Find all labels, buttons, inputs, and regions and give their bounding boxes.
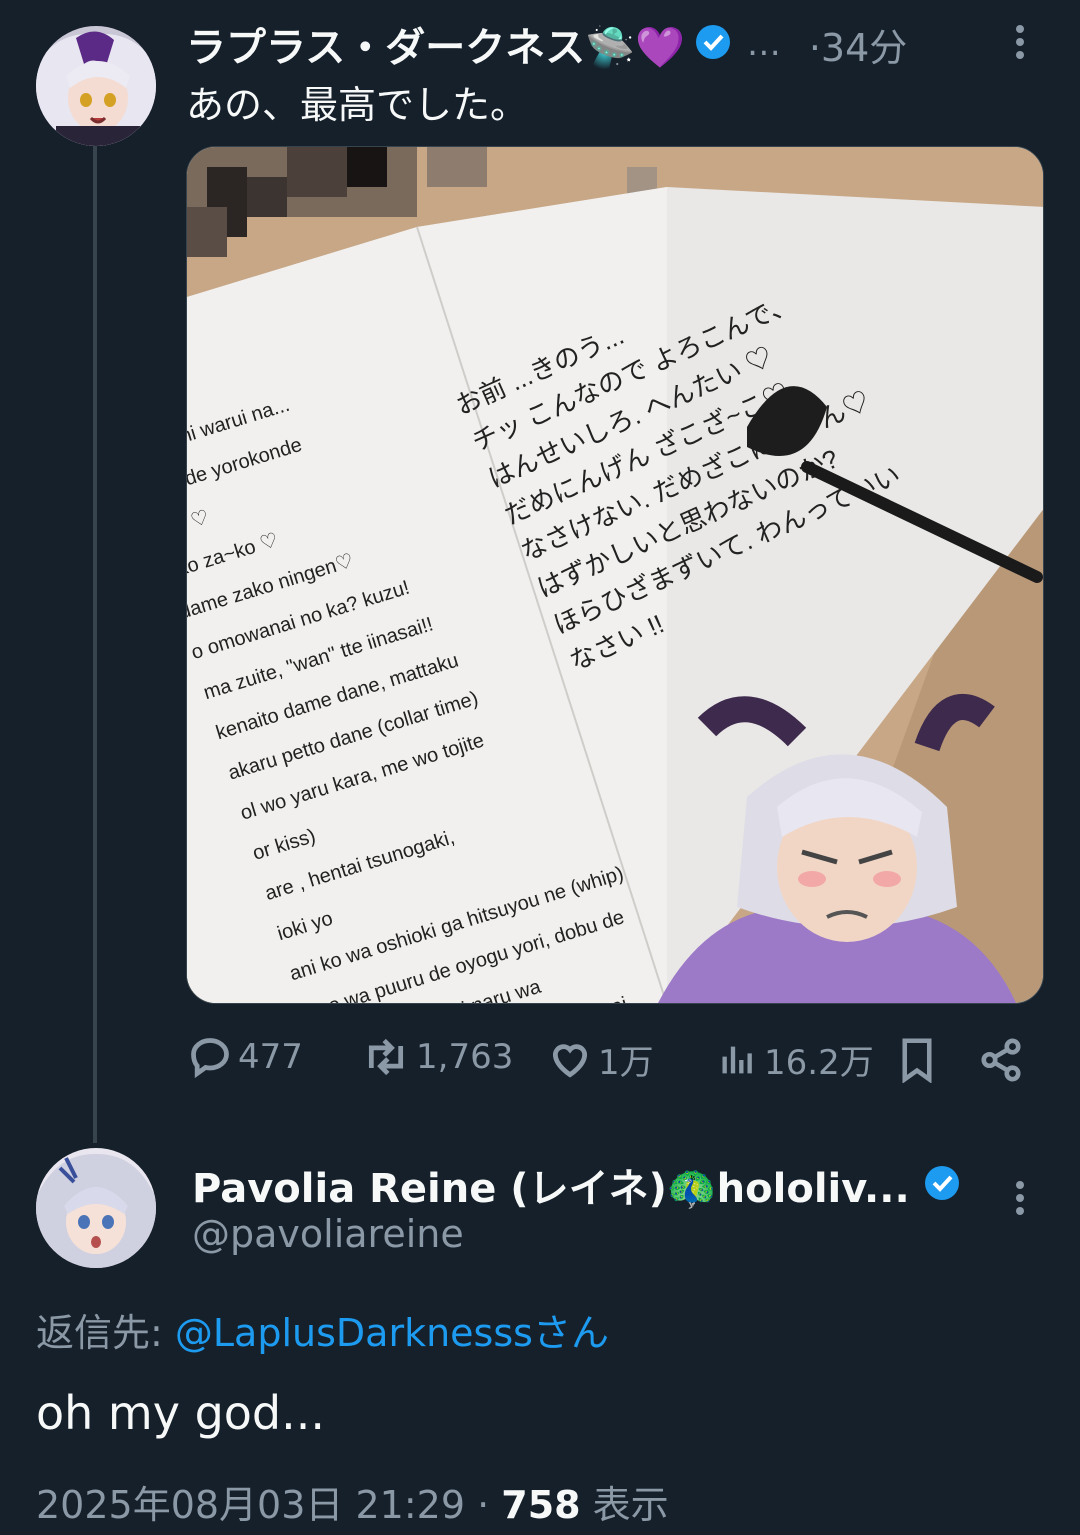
retweet-count: 1,763 bbox=[416, 1037, 514, 1077]
tweet-text: oh my god... bbox=[36, 1386, 325, 1440]
reply-button[interactable]: 477 bbox=[188, 1035, 303, 1079]
tweet-text: あの、最高でした。 bbox=[186, 83, 529, 127]
retweet-icon bbox=[368, 1038, 404, 1076]
reply-context: 返信先: @LaplusDarknesssさん bbox=[36, 1302, 609, 1357]
tweet1-header: ラプラス・ダークネス🛸💜 … ·34分 bbox=[186, 16, 1066, 72]
views-icon bbox=[722, 1046, 752, 1073]
tweet2-header: Pavolia Reine (レイネ)🦚hololiv... bbox=[192, 1158, 962, 1212]
retweet-button[interactable]: 1,763 bbox=[362, 1035, 513, 1079]
share-icon[interactable] bbox=[978, 1037, 1024, 1087]
more-icon[interactable] bbox=[1016, 1176, 1024, 1220]
laplus-avatar[interactable] bbox=[36, 26, 156, 146]
name-truncation: … bbox=[746, 24, 781, 64]
reply-icon bbox=[191, 1038, 229, 1079]
display-name[interactable]: ラプラス・ダークネス🛸💜 bbox=[186, 15, 685, 73]
more-icon[interactable] bbox=[1016, 20, 1024, 64]
reine-avatar[interactable] bbox=[36, 1148, 156, 1268]
thread-connector bbox=[93, 143, 97, 1143]
view-count: 758 bbox=[501, 1483, 581, 1527]
like-count: 1万 bbox=[598, 1043, 654, 1083]
tweet-media[interactable]: kimochi warui na...a no de yorokondentai… bbox=[186, 146, 1044, 1004]
views-button[interactable]: 16.2万 bbox=[718, 1035, 874, 1084]
tweet-meta: 2025年08月03日 21:29 · 758 表示 bbox=[36, 1474, 669, 1529]
verified-badge-icon bbox=[693, 22, 733, 66]
reply-count: 477 bbox=[238, 1037, 303, 1077]
tweet-timestamp[interactable]: 2025年08月03日 21:29 · bbox=[36, 1483, 501, 1527]
view-label: 表示 bbox=[580, 1483, 669, 1527]
like-icon bbox=[552, 1043, 588, 1077]
display-name[interactable]: Pavolia Reine (レイネ)🦚hololiv... bbox=[192, 1156, 910, 1214]
reply-to-link[interactable]: @LaplusDarknesssさん bbox=[175, 1311, 609, 1355]
reply-prefix: 返信先: bbox=[36, 1311, 175, 1355]
user-handle[interactable]: @pavoliareine bbox=[192, 1212, 464, 1256]
views-count: 16.2万 bbox=[764, 1043, 874, 1083]
tweet-time[interactable]: ·34分 bbox=[809, 17, 907, 72]
bookmark-icon[interactable] bbox=[896, 1037, 938, 1087]
like-button[interactable]: 1万 bbox=[548, 1035, 654, 1084]
verified-badge-icon bbox=[922, 1163, 962, 1207]
